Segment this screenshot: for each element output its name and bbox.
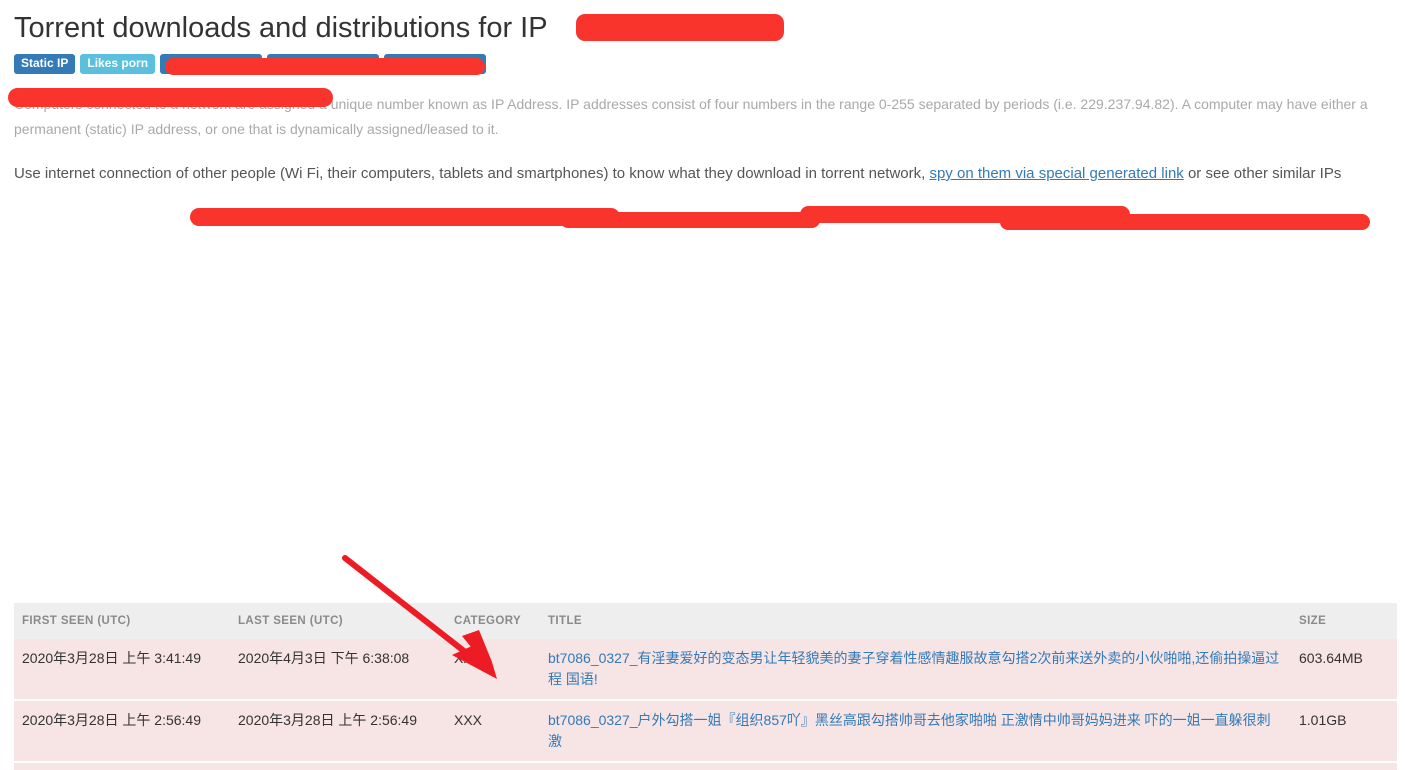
cell-category: XXX [446,762,540,770]
cell-first-seen: 2020年3月28日 上午 [14,762,230,770]
cell-last-seen: 2020年4月3日 下午 6:38:08 [230,639,446,701]
col-size[interactable]: SIZE [1291,603,1397,639]
table-head: FIRST SEEN (UTC) LAST SEEN (UTC) CATEGOR… [14,603,1397,639]
badge-static-ip: Static IP [14,54,76,74]
table-row: 2020年3月28日 上午 2020年3月28日 上午 XXX SSNI061C… [14,762,1397,770]
page-content: Torrent downloads and distributions for … [0,0,1405,187]
col-last-seen[interactable]: LAST SEEN (UTC) [230,603,446,639]
ip-description-paragraph: Computers connected to a network are ass… [14,96,1368,137]
spy-text-before: Use internet connection of other people … [14,165,930,182]
badge-redacted-1 [160,54,263,74]
torrent-title-link[interactable]: bt7086_0327_户外勾搭一姐『组织857吖』黑丝高跟勾搭帅哥去他家啪啪 … [548,712,1271,749]
page-title: Torrent downloads and distributions for … [14,0,1391,46]
cell-category: XXX [446,700,540,763]
cell-category: XXX [446,639,540,701]
badge-likes-porn: Likes porn [80,54,156,74]
cell-last-seen: 2020年3月28日 上午 2:56:49 [230,700,446,763]
torrents-table-wrapper: FIRST SEEN (UTC) LAST SEEN (UTC) CATEGOR… [14,603,1397,770]
table-header-row: FIRST SEEN (UTC) LAST SEEN (UTC) CATEGOR… [14,603,1397,639]
badge-redacted-2 [267,54,380,74]
redaction-similar-ips-3 [800,206,1130,223]
cell-size: 2.59GB [1291,762,1397,770]
badge-row: Static IP Likes porn [14,54,1391,74]
table-row: 2020年3月28日 上午 3:41:49 2020年4月3日 下午 6:38:… [14,639,1397,701]
col-title[interactable]: TITLE [540,603,1291,639]
redaction-similar-ips-2 [560,212,820,228]
cell-first-seen: 2020年3月28日 上午 3:41:49 [14,639,230,701]
redaction-similar-ips-4 [1000,214,1370,230]
torrents-table: FIRST SEEN (UTC) LAST SEEN (UTC) CATEGOR… [14,603,1397,770]
table-row: 2020年3月28日 上午 2:56:49 2020年3月28日 上午 2:56… [14,700,1397,763]
torrent-title-link[interactable]: bt7086_0327_有淫妻爱好的变态男让年轻貌美的妻子穿着性感情趣服故意勾搭… [548,650,1279,687]
cell-size: 1.01GB [1291,700,1397,763]
col-category[interactable]: CATEGORY [446,603,540,639]
col-first-seen[interactable]: FIRST SEEN (UTC) [14,603,230,639]
cell-first-seen: 2020年3月28日 上午 2:56:49 [14,700,230,763]
redaction-similar-ips-1 [190,208,620,226]
cell-title: bt7086_0327_有淫妻爱好的变态男让年轻貌美的妻子穿着性感情趣服故意勾搭… [540,639,1291,701]
cell-last-seen: 2020年3月28日 上午 [230,762,446,770]
spy-link[interactable]: spy on them via special generated link [929,165,1183,182]
cell-title: bt7086_0327_户外勾搭一姐『组织857吖』黑丝高跟勾搭帅哥去他家啪啪 … [540,700,1291,763]
page-root: Torrent downloads and distributions for … [0,0,1405,770]
cell-size: 603.64MB [1291,639,1397,701]
cell-title: SSNI061C [540,762,1291,770]
table-body: 2020年3月28日 上午 3:41:49 2020年4月3日 下午 6:38:… [14,639,1397,770]
spy-text-after: or see other similar IPs [1183,165,1342,182]
spy-paragraph: Use internet connection of other people … [14,161,1391,187]
page-title-text: Torrent downloads and distributions for … [14,12,548,44]
badge-redacted-3 [384,54,487,74]
